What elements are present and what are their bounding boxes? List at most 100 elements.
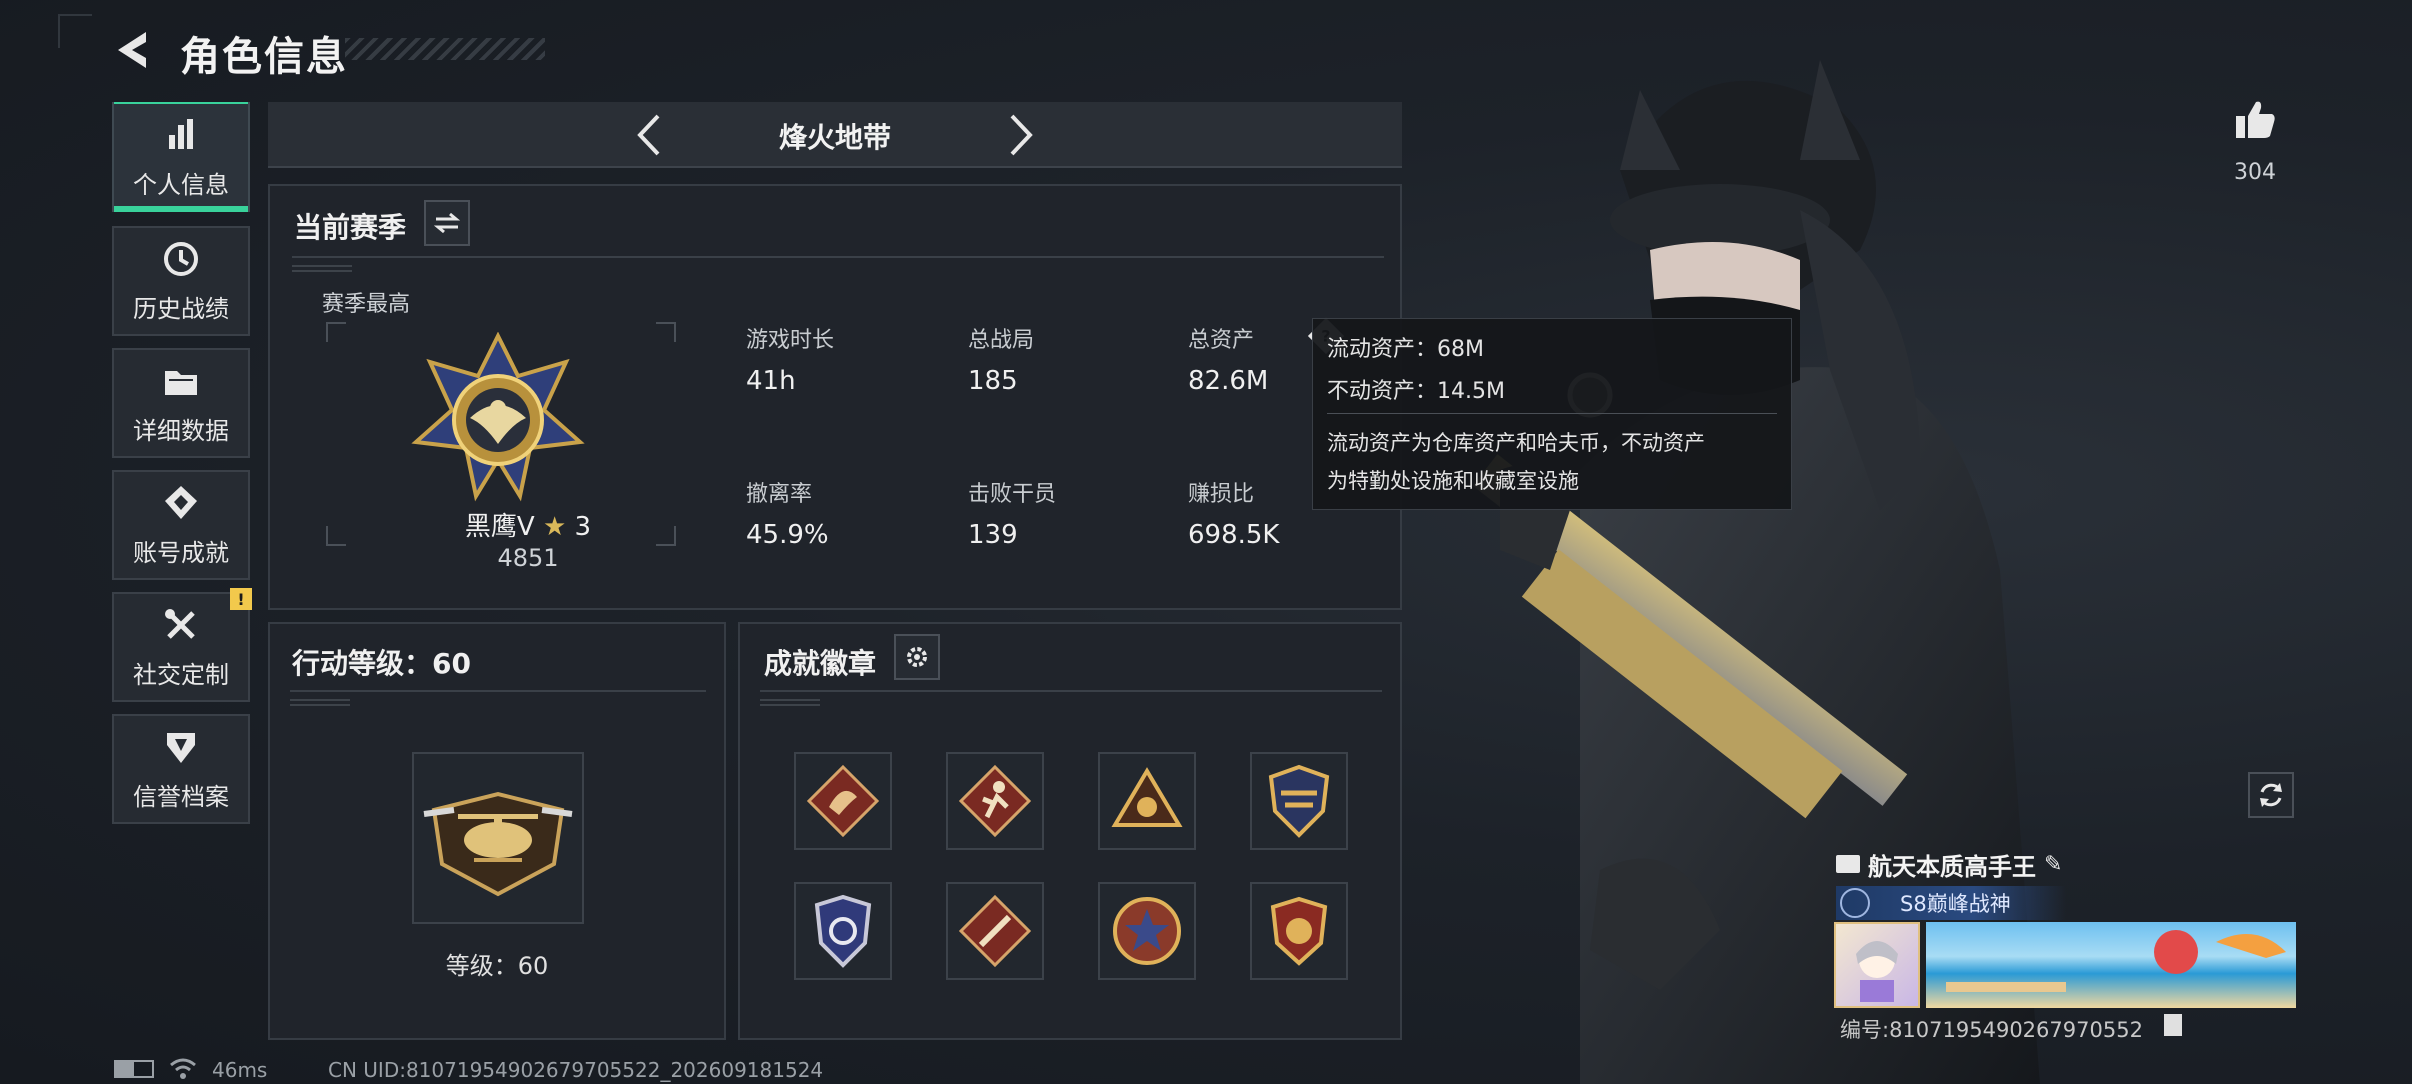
refresh-icon <box>2260 783 2282 807</box>
action-level-title: 行动等级：60 <box>292 647 471 680</box>
shield-gold-badge-icon <box>1268 764 1330 838</box>
blue-shield-badge-icon <box>814 894 872 968</box>
tooltip-divider <box>1327 413 1777 414</box>
achievement-badge-gold-shield[interactable] <box>1250 752 1348 850</box>
sidebar-item-history[interactable]: 历史战绩 <box>112 226 250 336</box>
decoration-lines <box>292 262 352 272</box>
title-badge-icon <box>1840 888 1870 918</box>
thumbs-up-icon[interactable] <box>2232 96 2278 142</box>
tooltip-desc-line2: 为特勤处设施和收藏室设施 <box>1327 469 1579 493</box>
action-level-panel: 行动等级：60 等级：60 <box>268 622 726 1040</box>
sidebar-item-label: 详细数据 <box>133 416 229 445</box>
briefcase-icon <box>1836 855 1860 873</box>
decoration-lines <box>760 696 820 706</box>
achievements-panel: 成就徽章 <box>738 622 1402 1040</box>
banner-image <box>1946 930 2286 992</box>
edit-icon[interactable]: ✎ <box>2044 852 2062 877</box>
season-panel: 当前赛季 赛季最高 黑鹰V ★ 3 4851 游戏时长 41h 总战局 185 … <box>268 184 1402 610</box>
level-emblem-frame <box>412 752 584 924</box>
stat-value: 139 <box>968 520 1018 550</box>
tooltip-liquid-assets: 流动资产：68M <box>1327 337 1484 362</box>
switch-season-button[interactable] <box>424 200 470 246</box>
achievement-badge-star-medal[interactable] <box>1098 882 1196 980</box>
season-best-label: 赛季最高 <box>322 292 411 317</box>
stat-label: 游戏时长 <box>746 328 835 353</box>
sidebar-item-achievements[interactable]: 账号成就 <box>112 470 250 580</box>
dragon-badge-icon <box>806 764 880 838</box>
sidebar-item-credit[interactable]: 信誉档案 <box>112 714 250 824</box>
helicopter-emblem-icon <box>423 791 573 897</box>
sidebar-item-personal-info[interactable]: 个人信息 <box>112 102 250 212</box>
avatar-image <box>1856 941 1898 1002</box>
triangle-badge-icon <box>1111 767 1183 827</box>
sidebar-item-label: 历史战绩 <box>133 294 229 323</box>
clock-icon <box>164 241 198 276</box>
sidebar-item-social[interactable]: 社交定制 ! <box>112 588 252 702</box>
star-icon: ★ <box>542 512 567 542</box>
stat-label: 总资产 <box>1188 328 1255 353</box>
profile-name: 航天本质高手王 <box>1868 852 2036 881</box>
title-badge: S8巅峰战神 <box>1836 886 2066 920</box>
sidebar-item-label: 账号成就 <box>133 538 229 567</box>
profile-banner <box>1926 922 2296 1008</box>
star-medal-badge-icon <box>1113 897 1181 965</box>
achievement-badge-gold-crest[interactable] <box>1250 882 1348 980</box>
stat-label: 赚损比 <box>1188 482 1255 507</box>
achievement-badge-runner[interactable] <box>946 752 1044 850</box>
divider <box>292 256 1384 258</box>
avatar[interactable] <box>1834 922 1920 1008</box>
achievement-badge-triangle[interactable] <box>1098 752 1196 850</box>
bar-chart-icon <box>169 118 193 149</box>
assets-tooltip: 流动资产：68M 不动资产：14.5M 流动资产为仓库资产和哈夫币，不动资产 为… <box>1312 318 1792 510</box>
stat-value: 698.5K <box>1188 520 1280 550</box>
rank-title: 黑鹰V ★ 3 <box>428 506 628 543</box>
rank-emblem-icon <box>411 332 585 502</box>
wrench-icon <box>165 608 195 639</box>
mode-selector: 烽火地带 <box>268 102 1402 168</box>
mode-title: 烽火地带 <box>778 121 891 154</box>
tooltip-desc-line1: 流动资产为仓库资产和哈夫币，不动资产 <box>1327 431 1705 455</box>
page-title: 角色信息 <box>180 34 348 80</box>
achievement-badge-blue-shield[interactable] <box>794 882 892 980</box>
rank-stars: 3 <box>574 512 592 542</box>
rank-score: 4851 <box>497 544 559 572</box>
copy-icon[interactable] <box>2164 1014 2182 1036</box>
tooltip-fixed-assets: 不动资产：14.5M <box>1327 379 1505 404</box>
season-panel-title: 当前赛季 <box>294 211 407 244</box>
swap-icon <box>434 212 460 234</box>
refresh-button[interactable] <box>2248 772 2294 818</box>
stat-label: 击败干员 <box>968 482 1057 507</box>
profile-name-row: 航天本质高手王 ✎ <box>1836 844 2296 884</box>
runner-badge-icon <box>958 764 1032 838</box>
uid-text: CN UID:81071954902679705522_202609181524 <box>328 1058 824 1082</box>
player-id: 编号:8107195490267970552 <box>1840 1018 2143 1042</box>
sidebar-item-label: 个人信息 <box>133 170 229 199</box>
title-badge-text: S8巅峰战神 <box>1900 892 2011 916</box>
chevron-right-icon[interactable] <box>998 112 1042 158</box>
sidebar-item-detailed-data[interactable]: 详细数据 <box>112 348 250 458</box>
corner-decoration <box>58 14 92 48</box>
stat-value: 45.9% <box>746 520 829 550</box>
stat-label: 撤离率 <box>746 482 813 507</box>
divider <box>760 690 1382 692</box>
achievements-title: 成就徽章 <box>764 647 877 680</box>
sidebar-item-label: 社交定制 <box>133 660 229 689</box>
achievement-icon <box>165 485 197 519</box>
stat-value: 41h <box>746 366 796 396</box>
gold-crest-badge-icon <box>1270 896 1328 966</box>
battery-icon <box>114 1060 154 1078</box>
decoration-lines <box>290 696 350 706</box>
divider <box>290 690 706 692</box>
notification-badge: ! <box>230 588 252 610</box>
badge-settings-button[interactable] <box>894 634 940 680</box>
back-arrow-icon[interactable] <box>112 28 156 72</box>
title-decoration <box>345 38 545 60</box>
achievement-badge-dragon[interactable] <box>794 752 892 850</box>
stat-label: 总战局 <box>968 328 1035 353</box>
rank-name: 黑鹰V <box>464 512 535 542</box>
ping-text: 46ms <box>212 1058 268 1082</box>
sidebar-item-label: 信誉档案 <box>133 782 229 811</box>
achievement-badge-knife[interactable] <box>946 882 1044 980</box>
like-count: 304 <box>2234 160 2276 185</box>
wifi-icon <box>170 1058 196 1079</box>
